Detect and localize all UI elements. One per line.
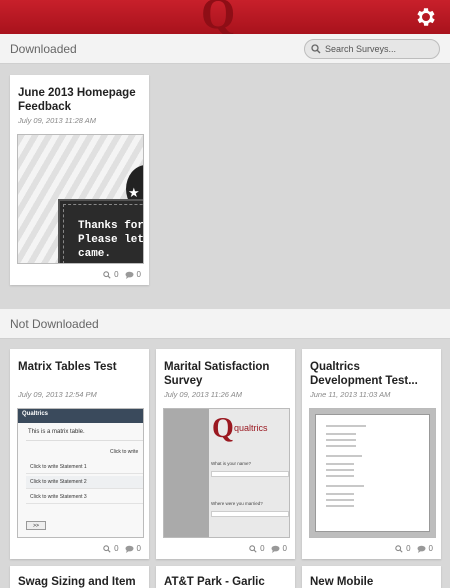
response-search-icon xyxy=(103,270,111,279)
survey-title: Marital Satisfaction Survey xyxy=(164,361,270,387)
survey-stats: 0 0 xyxy=(395,544,433,553)
not-downloaded-section-header: Not Downloaded xyxy=(0,309,450,339)
qualtrics-logo: Q xyxy=(212,413,234,444)
thumbnail-logo: Qualtrics xyxy=(22,411,49,417)
section-label: Downloaded xyxy=(10,42,77,56)
matrix-row: Click to write Statement 1 xyxy=(26,461,143,474)
survey-card-att-park[interactable]: AT&T Park - Garlic xyxy=(156,566,295,588)
comment-count: 0 xyxy=(282,544,287,553)
survey-stats: 0 0 xyxy=(103,270,141,279)
survey-stats: 0 0 xyxy=(103,544,141,553)
qualtrics-wordmark: qualtrics xyxy=(234,423,268,433)
survey-card-new-mobile[interactable]: New Mobile xyxy=(302,566,441,588)
search-box[interactable] xyxy=(304,39,440,59)
survey-title: June 2013 Homepage Feedback xyxy=(18,87,136,113)
survey-title: Matrix Tables Test xyxy=(18,361,117,373)
comment-icon xyxy=(125,271,134,279)
downloaded-section-header: Downloaded xyxy=(0,34,450,64)
gear-icon[interactable] xyxy=(414,5,438,29)
response-search-icon xyxy=(249,544,257,553)
next-button: >> xyxy=(26,521,46,530)
response-search-icon xyxy=(103,544,111,553)
search-input[interactable] xyxy=(325,42,435,56)
comment-icon xyxy=(125,545,134,553)
survey-card-matrix-tables[interactable]: Matrix Tables Test July 09, 2013 12:54 P… xyxy=(10,349,149,559)
survey-thumbnail xyxy=(309,408,436,538)
section-label: Not Downloaded xyxy=(10,317,99,331)
question-label: Where were you married? xyxy=(211,501,263,506)
top-bar: Q xyxy=(0,0,450,38)
matrix-column-header: Click to write xyxy=(110,449,139,455)
response-count: 0 xyxy=(114,270,119,279)
response-count: 0 xyxy=(114,544,119,553)
thumbnail-text: Thanks for Please let came. xyxy=(78,220,144,260)
qualtrics-logo: Q xyxy=(201,0,236,38)
survey-date: July 09, 2013 12:54 PM xyxy=(18,390,97,399)
survey-title: New Mobile xyxy=(310,576,374,588)
thumbnail-header: Qualtrics xyxy=(18,409,143,423)
survey-thumbnail: Qualtrics This is a matrix table. Click … xyxy=(17,408,144,538)
survey-card-marital-satisfaction[interactable]: Marital Satisfaction Survey July 09, 201… xyxy=(156,349,295,559)
survey-stats: 0 0 xyxy=(249,544,287,553)
comment-count: 0 xyxy=(136,544,141,553)
answer-field xyxy=(211,511,289,517)
survey-title: AT&T Park - Garlic xyxy=(164,576,265,588)
matrix-row: Click to write Statement 3 xyxy=(26,491,143,504)
survey-card-swag-sizing[interactable]: Swag Sizing and Item xyxy=(10,566,149,588)
comment-icon xyxy=(271,545,280,553)
answer-field xyxy=(211,471,289,477)
comment-count: 0 xyxy=(428,544,433,553)
survey-title: Qualtrics Development Test... xyxy=(310,361,418,387)
survey-date: July 09, 2013 11:28 AM xyxy=(18,116,96,125)
survey-thumbnail: Q qualtrics What is your name? Where wer… xyxy=(163,408,290,538)
response-count: 0 xyxy=(406,544,411,553)
survey-thumbnail: ★ Thanks for Please let came. xyxy=(17,134,144,264)
survey-date: June 11, 2013 11:03 AM xyxy=(310,390,391,399)
question-label: What is your name? xyxy=(211,461,252,466)
survey-date: July 09, 2013 11:26 AM xyxy=(164,390,242,399)
comment-count: 0 xyxy=(136,270,141,279)
survey-card-development-test[interactable]: Qualtrics Development Test... June 11, 2… xyxy=(302,349,441,559)
comment-icon xyxy=(417,545,426,553)
response-search-icon xyxy=(395,544,403,553)
survey-title: Swag Sizing and Item xyxy=(18,576,136,588)
matrix-row: Click to write Statement 2 xyxy=(26,476,143,489)
thumbnail-intro: This is a matrix table. xyxy=(26,429,143,441)
thumbnail-document xyxy=(315,414,430,532)
survey-card-june-2013[interactable]: June 2013 Homepage Feedback July 09, 201… xyxy=(10,75,149,285)
search-icon xyxy=(311,44,321,54)
response-count: 0 xyxy=(260,544,265,553)
